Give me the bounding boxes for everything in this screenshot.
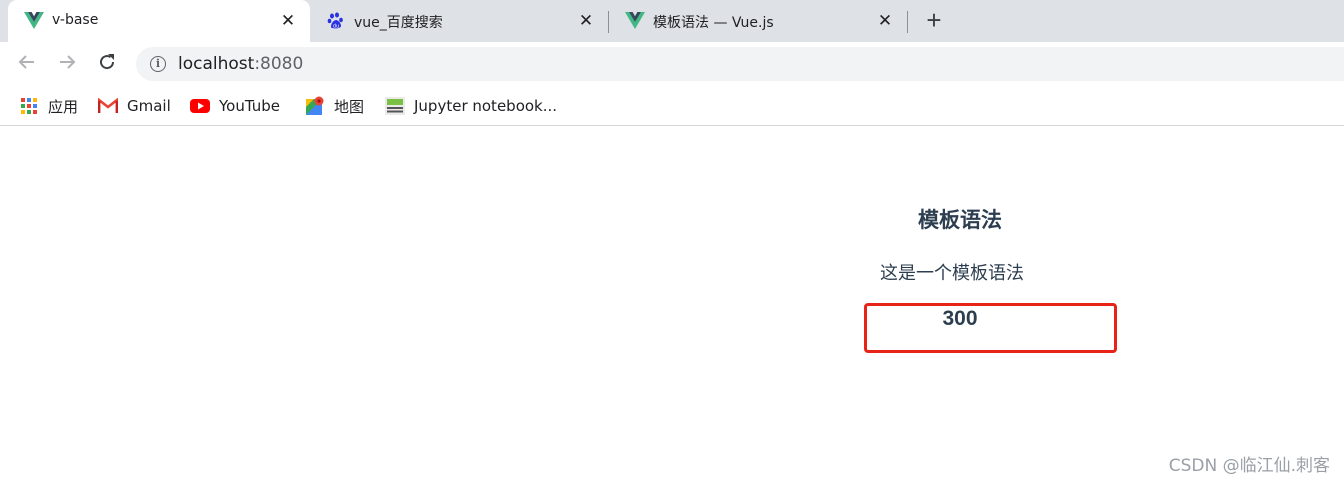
baidu-paw-icon: du (326, 11, 346, 31)
youtube-icon (190, 96, 210, 116)
bookmark-label: Gmail (127, 97, 171, 115)
template-text: 这是一个模板语法 (880, 263, 1024, 284)
bookmark-jupyter[interactable]: Jupyter notebook... (385, 95, 557, 117)
browser-toolbar: i localhost:8080 (0, 42, 1344, 86)
forward-button[interactable] (55, 52, 79, 76)
tab-title: 模板语法 — Vue.js (653, 15, 774, 31)
bookmark-label: Jupyter notebook... (414, 97, 558, 115)
back-button[interactable] (15, 52, 39, 76)
back-arrow-icon (18, 55, 34, 69)
bookmark-label: 应用 (48, 97, 79, 116)
vue-logo-icon (625, 11, 645, 31)
bookmark-gmail[interactable]: Gmail (98, 95, 171, 117)
tab-baidu-search[interactable]: du vue_百度搜索 ✕ (310, 0, 608, 42)
red-highlight-box (864, 303, 1117, 353)
close-tab-icon[interactable]: ✕ (875, 11, 895, 31)
apps-grid-icon (19, 96, 39, 116)
gmail-icon (98, 96, 118, 116)
url-port: :8080 (254, 54, 304, 74)
tab-vuejs-docs[interactable]: 模板语法 — Vue.js ✕ (609, 0, 907, 42)
page-content: 模板语法 这是一个模板语法 300 CSDN @临江仙.刺客 (0, 127, 1344, 480)
vue-logo-icon (24, 11, 44, 31)
bookmark-youtube[interactable]: YouTube (190, 95, 280, 117)
close-tab-icon[interactable]: ✕ (576, 11, 596, 31)
site-info-icon[interactable]: i (150, 56, 166, 72)
vue-app: 模板语法 这是一个模板语法 300 (800, 205, 1120, 330)
bookmark-label: YouTube (219, 97, 280, 115)
reload-icon (100, 54, 115, 70)
maps-pin-icon (305, 96, 325, 116)
csdn-watermark: CSDN @临江仙.刺客 (1168, 456, 1330, 476)
tab-separator (907, 11, 908, 33)
jupyter-icon (385, 96, 405, 116)
url-host: localhost (178, 54, 255, 74)
bookmark-maps[interactable]: 地图 (305, 95, 364, 117)
address-bar[interactable]: i localhost:8080 (136, 47, 1344, 81)
reload-button[interactable] (95, 52, 119, 76)
tab-v-base[interactable]: v-base ✕ (8, 0, 310, 42)
bookmark-label: 地图 (334, 97, 365, 116)
forward-arrow-icon (60, 55, 76, 69)
page-heading: 模板语法 (918, 208, 1002, 232)
tab-strip: v-base ✕ du vue_百度搜索 ✕ 模板语法 — Vue.js ✕ + (0, 0, 1344, 42)
bookmarks-bar: 应用 Gmail YouTube 地图 Jupyter notebook... (0, 86, 1344, 126)
tab-title: vue_百度搜索 (354, 15, 443, 31)
tab-title: v-base (52, 12, 99, 28)
svg-text:du: du (333, 24, 339, 30)
bookmark-apps[interactable]: 应用 (19, 95, 78, 117)
new-tab-button[interactable]: + (920, 7, 948, 35)
url-text[interactable]: localhost:8080 (178, 54, 303, 74)
close-tab-icon[interactable]: ✕ (278, 11, 298, 31)
